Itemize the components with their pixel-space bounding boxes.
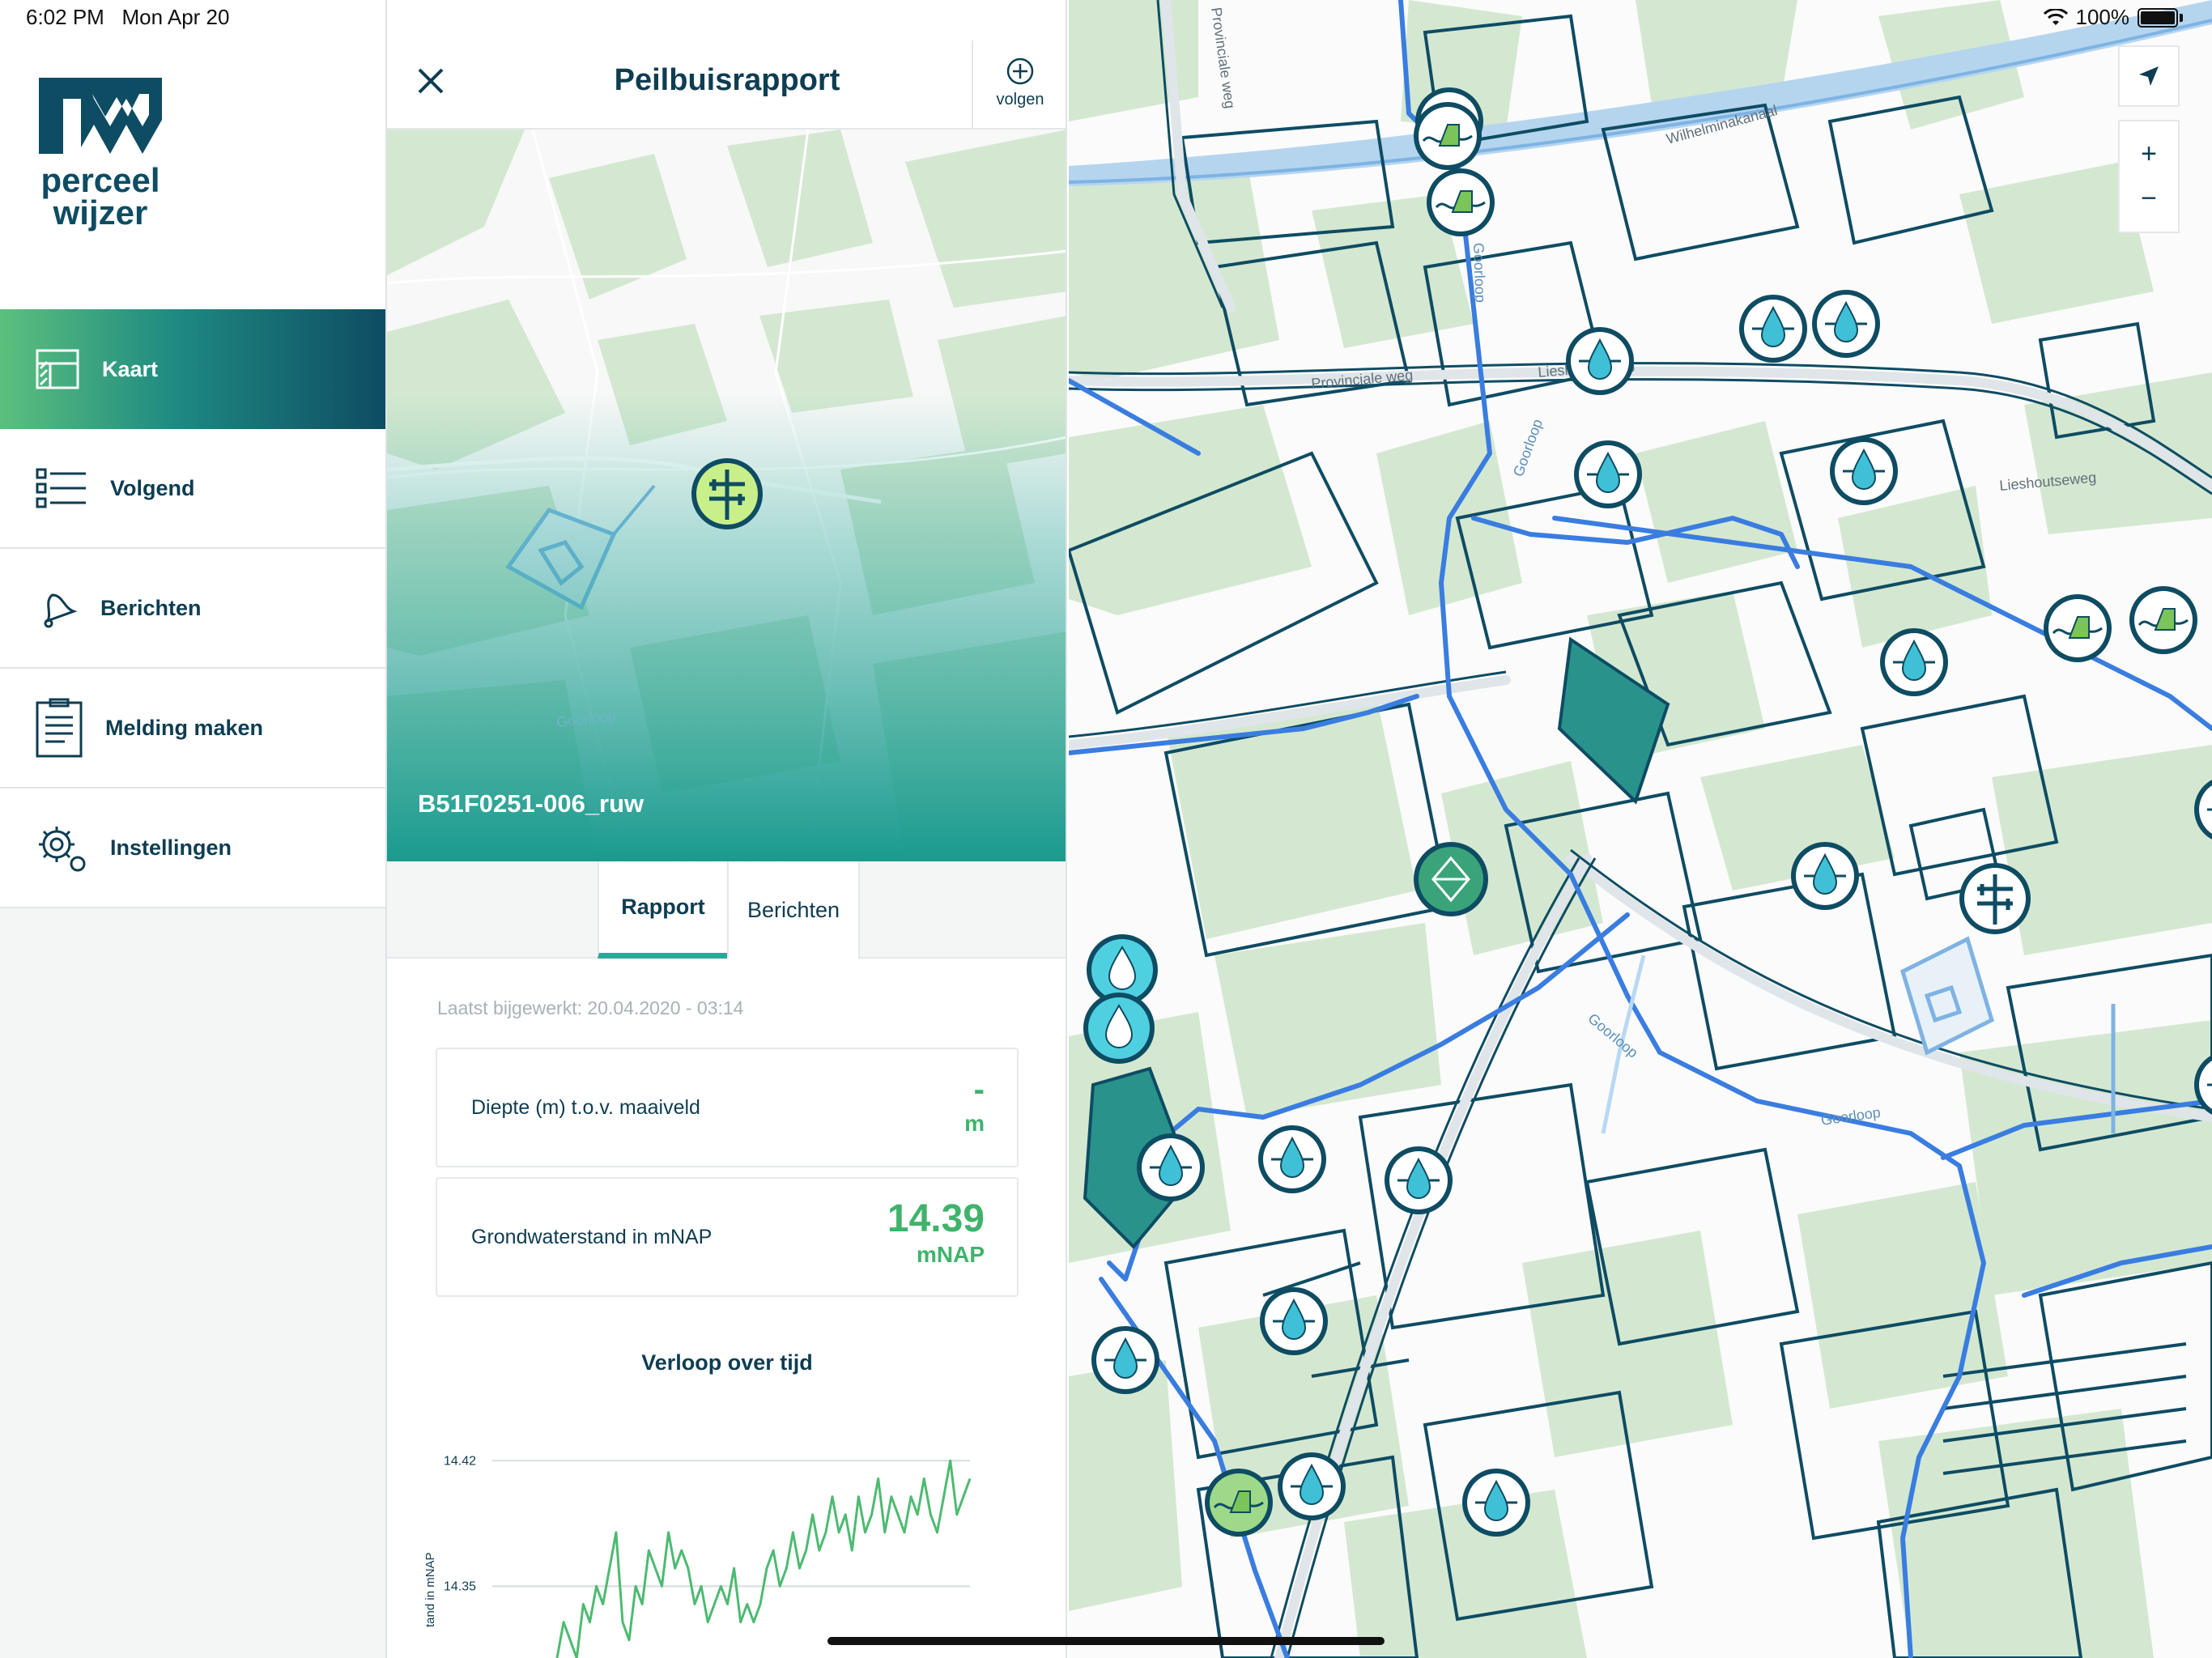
depth-unit: m <box>964 1111 985 1136</box>
status-bar-time: 6:02 PM Mon Apr 20 <box>26 5 229 30</box>
bell-icon <box>44 593 78 628</box>
tab-berichten[interactable]: Berichten <box>727 861 860 959</box>
well-id: B51F0251-006_ruw <box>418 789 644 818</box>
logo-line-2: wijzer <box>53 193 148 232</box>
page-title: Peilbuisrapport <box>614 63 840 97</box>
groundwater-label: Grondwaterstand in mNAP <box>471 1226 713 1248</box>
logo-line-1: perceel <box>40 161 160 199</box>
water-level-marker[interactable] <box>1791 842 1859 910</box>
water-level-marker[interactable] <box>1260 1287 1328 1355</box>
follow-button[interactable]: volgen <box>972 40 1066 130</box>
depth-number: - <box>973 1072 985 1107</box>
plus-circle-icon <box>1006 57 1034 85</box>
chart-y-tick-label: 14.42 <box>444 1454 476 1468</box>
depth-card: Diepte (m) t.o.v. maaiveld - m <box>436 1048 1019 1167</box>
chart-y-axis-label: tand in mNAP <box>423 1552 437 1627</box>
water-level-marker[interactable] <box>1462 1469 1530 1537</box>
location-arrow-icon <box>2139 66 2159 86</box>
sidebar-item-melding-maken[interactable]: Melding maken <box>0 669 385 789</box>
water-level-marker[interactable] <box>1091 1326 1159 1394</box>
sidebar-item-label: Kaart <box>102 356 159 381</box>
groundwater-unit: mNAP <box>916 1242 985 1267</box>
battery-tip <box>2180 13 2183 22</box>
wifi-icon <box>2043 8 2068 25</box>
logo-text: perceel wijzer <box>36 161 165 232</box>
chart-title: Verloop over tijd <box>641 1350 813 1375</box>
map-controls: + − <box>2118 45 2180 233</box>
pipe-well-marker[interactable] <box>1959 863 2031 934</box>
main-map-canvas: Wilhelminakanaal Provinciale weg Provinc… <box>1069 0 2212 1658</box>
pipe-well-marker[interactable] <box>691 458 763 529</box>
clipboard-icon <box>36 698 83 758</box>
water-level-marker[interactable] <box>1880 628 1948 696</box>
zoom-control: + − <box>2118 120 2180 233</box>
water-level-marker[interactable] <box>1739 295 1807 363</box>
sidebar-header: perceel wijzer <box>0 0 385 309</box>
water-level-marker-highlight[interactable] <box>1083 993 1155 1064</box>
main-map[interactable]: Wilhelminakanaal Provinciale weg Provinc… <box>1069 0 2212 1658</box>
well-location-map[interactable]: Goorloop <box>387 130 1066 861</box>
status-time: 6:02 PM <box>26 5 104 29</box>
weir-marker[interactable] <box>2044 594 2112 662</box>
mini-map-canvas: Goorloop <box>387 130 1066 861</box>
depth-value: - m <box>964 1072 985 1137</box>
water-level-marker[interactable] <box>1137 1133 1205 1201</box>
selected-sensor-marker[interactable] <box>1414 842 1488 916</box>
tab-label: Berichten <box>747 897 840 922</box>
sidebar-item-volgend[interactable]: Volgend <box>0 429 385 549</box>
tab-rapport[interactable]: Rapport <box>598 861 727 959</box>
water-level-marker[interactable] <box>1278 1452 1346 1520</box>
sidebar-item-kaart[interactable]: Kaart <box>0 309 385 429</box>
logo-mark-icon <box>39 78 162 154</box>
zoom-in-button[interactable]: + <box>2141 138 2157 170</box>
sidebar-item-label: Melding maken <box>105 715 264 740</box>
depth-label: Diepte (m) t.o.v. maaiveld <box>471 1096 700 1119</box>
sidebar-nav: Kaart Volgend Berichten Melding maken In… <box>0 309 385 908</box>
weir-marker[interactable] <box>1205 1469 1273 1537</box>
app-logo: perceel wijzer <box>36 74 173 232</box>
status-bar-right: 100% <box>2043 5 2183 30</box>
groundwater-card: Grondwaterstand in mNAP 14.39 mNAP <box>436 1177 1019 1297</box>
home-indicator <box>827 1637 1385 1645</box>
chart-y-tick-label: 14.35 <box>444 1579 476 1593</box>
tab-bar: Rapport Berichten <box>387 861 1066 959</box>
locate-button[interactable] <box>2118 45 2180 107</box>
sidebar-item-label: Berichten <box>100 595 202 620</box>
weir-marker[interactable] <box>1427 168 1495 236</box>
battery-percentage: 100% <box>2075 5 2130 29</box>
water-level-marker[interactable] <box>1830 437 1898 505</box>
groundwater-value: 14.39 mNAP <box>887 1198 985 1268</box>
water-level-marker[interactable] <box>1258 1125 1326 1193</box>
list-icon <box>36 468 86 508</box>
map-icon <box>36 349 79 389</box>
status-date: Mon Apr 20 <box>121 5 230 29</box>
water-level-marker[interactable] <box>1566 327 1634 395</box>
follow-label: volgen <box>996 91 1044 108</box>
zoom-out-button[interactable]: − <box>2141 183 2157 215</box>
last-updated: Laatst bijgewerkt: 20.04.2020 - 03:14 <box>437 997 744 1018</box>
sidebar-item-instellingen[interactable]: Instellingen <box>0 789 385 908</box>
tab-label: Rapport <box>621 895 705 919</box>
panel-header: Peilbuisrapport volgen <box>387 0 1066 130</box>
map-label-goorloop-1: Goorloop <box>1470 242 1489 303</box>
battery-icon <box>2138 7 2178 28</box>
groundwater-chart: 14.42 14.35 tand in mNAP <box>419 1425 1035 1658</box>
chart-canvas: 14.42 14.35 tand in mNAP <box>423 1454 972 1658</box>
water-level-marker[interactable] <box>1385 1146 1453 1214</box>
sidebar-item-label: Volgend <box>110 475 195 500</box>
groundwater-number: 14.39 <box>887 1197 985 1240</box>
sidebar-item-label: Instellingen <box>110 835 232 860</box>
weir-marker[interactable] <box>1414 102 1482 170</box>
water-level-marker[interactable] <box>1574 440 1642 508</box>
sidebar-item-berichten[interactable]: Berichten <box>0 549 385 669</box>
sidebar: perceel wijzer Kaart Volgend Berichten M… <box>0 0 387 1658</box>
report-panel: Peilbuisrapport volgen Goorloop B51F0251… <box>387 0 1067 1658</box>
chart-series-line <box>555 1459 972 1658</box>
water-level-marker[interactable] <box>1812 290 1880 358</box>
gear-icon <box>39 827 86 872</box>
weir-marker[interactable] <box>2129 586 2197 654</box>
